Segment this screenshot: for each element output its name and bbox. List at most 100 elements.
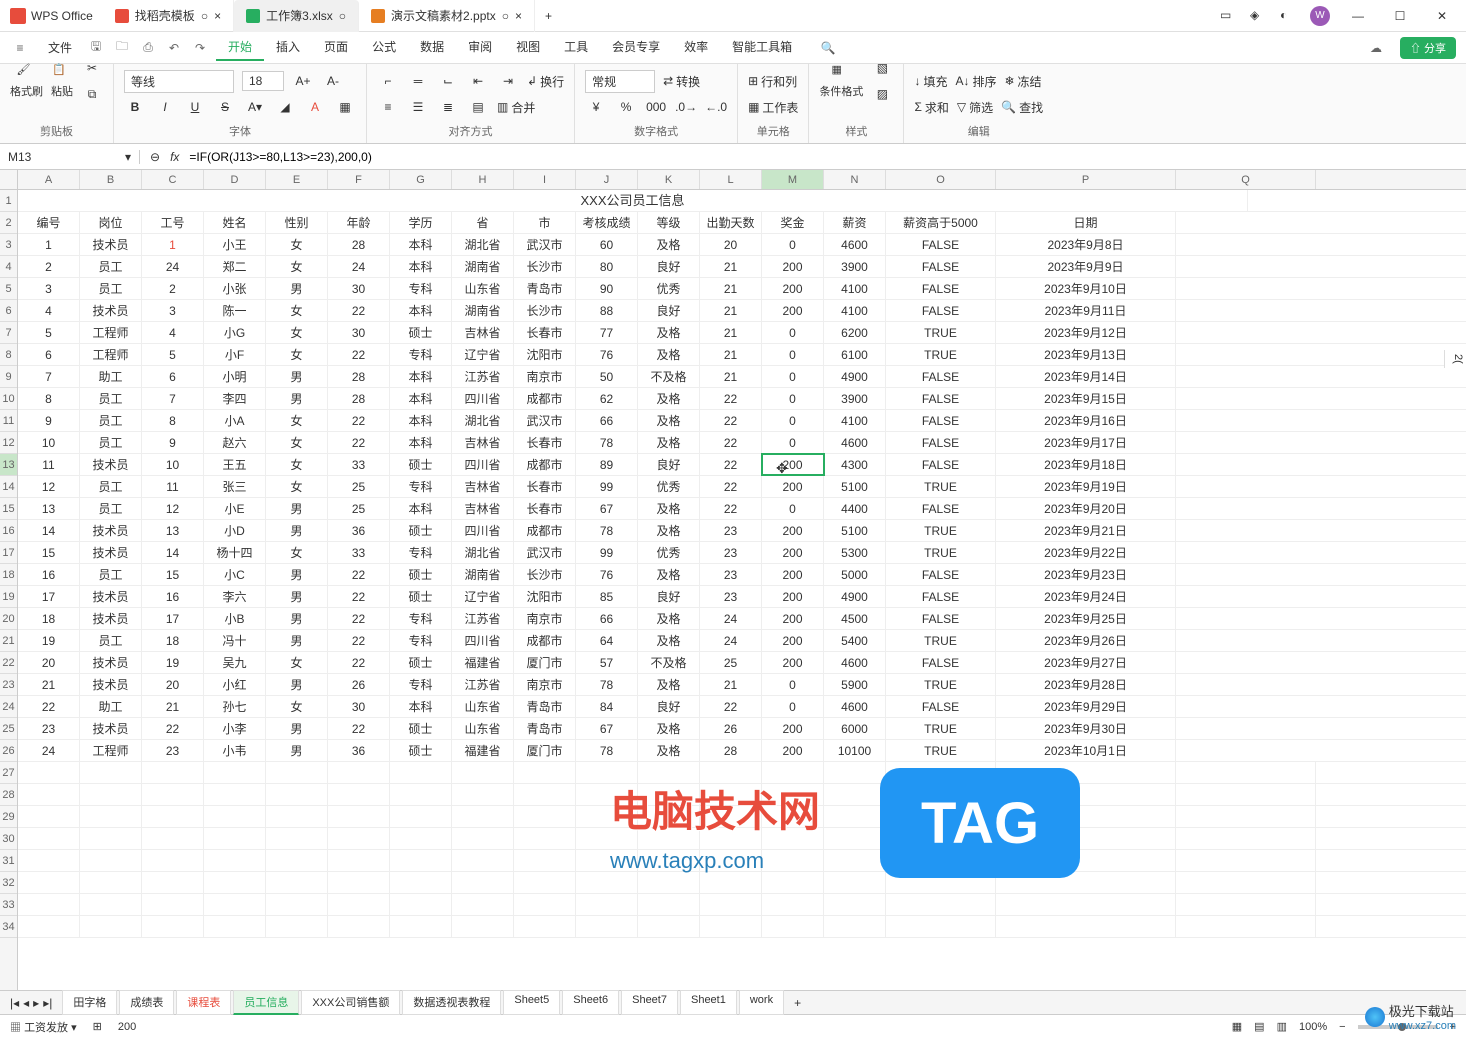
row-header[interactable]: 11 (0, 410, 17, 432)
row-header[interactable]: 3 (0, 234, 17, 256)
data-cell[interactable]: 21 (700, 366, 762, 387)
column-header[interactable]: K (638, 170, 700, 189)
data-cell[interactable]: 本科 (390, 696, 452, 717)
row-header[interactable]: 29 (0, 806, 17, 828)
empty-cell[interactable] (266, 916, 328, 937)
data-cell[interactable]: 78 (576, 432, 638, 453)
data-cell[interactable]: FALSE (886, 300, 996, 321)
data-cell[interactable]: 技术员 (80, 454, 142, 475)
data-cell[interactable]: 及格 (638, 234, 700, 255)
view-break-icon[interactable]: ▥ (1277, 1020, 1287, 1033)
data-cell[interactable]: 11 (142, 476, 204, 497)
data-cell[interactable]: 成都市 (514, 630, 576, 651)
empty-cell[interactable] (328, 762, 390, 783)
row-header[interactable]: 9 (0, 366, 17, 388)
data-cell[interactable]: 6 (142, 366, 204, 387)
name-box[interactable]: M13▾ (0, 150, 140, 164)
empty-cell[interactable] (142, 762, 204, 783)
share-button[interactable]: ⇧ 分享 (1400, 37, 1456, 59)
empty-cell[interactable] (824, 916, 886, 937)
data-cell[interactable]: 2023年9月28日 (996, 674, 1176, 695)
data-cell[interactable]: 本科 (390, 498, 452, 519)
data-cell[interactable]: 小李 (204, 718, 266, 739)
empty-cell[interactable] (18, 916, 80, 937)
add-sheet-button[interactable]: + (786, 996, 809, 1010)
data-cell[interactable]: 小韦 (204, 740, 266, 761)
empty-cell[interactable] (80, 850, 142, 871)
data-cell[interactable]: 3 (142, 300, 204, 321)
data-cell[interactable]: 9 (18, 410, 80, 431)
data-cell[interactable]: 小红 (204, 674, 266, 695)
data-cell[interactable]: 12 (142, 498, 204, 519)
data-cell[interactable]: 小C (204, 564, 266, 585)
empty-cell[interactable] (824, 762, 886, 783)
data-cell[interactable]: 78 (576, 674, 638, 695)
data-cell[interactable]: 小G (204, 322, 266, 343)
data-cell[interactable]: 3900 (824, 256, 886, 277)
data-cell[interactable]: 200 (762, 740, 824, 761)
paste-button[interactable]: 📋粘贴 (51, 63, 73, 99)
data-cell[interactable]: 2023年9月10日 (996, 278, 1176, 299)
data-cell[interactable]: 男 (266, 564, 328, 585)
row-header[interactable]: 13 (0, 454, 17, 476)
data-cell[interactable]: 4300 (824, 454, 886, 475)
data-cell[interactable]: 长春市 (514, 498, 576, 519)
data-cell[interactable]: 0 (762, 674, 824, 695)
header-cell[interactable]: 岗位 (80, 212, 142, 233)
column-header[interactable]: C (142, 170, 204, 189)
row-header[interactable]: 34 (0, 916, 17, 938)
data-cell[interactable]: 员工 (80, 278, 142, 299)
column-header[interactable]: D (204, 170, 266, 189)
data-cell[interactable]: 硕士 (390, 520, 452, 541)
window-icon[interactable]: ▭ (1220, 8, 1236, 24)
data-cell[interactable]: 2 (18, 256, 80, 277)
data-cell[interactable]: 19 (142, 652, 204, 673)
worksheet-button[interactable]: ▦ 工作表 (748, 99, 798, 116)
data-cell[interactable]: 成都市 (514, 520, 576, 541)
header-cell[interactable]: 出勤天数 (700, 212, 762, 233)
data-cell[interactable]: 0 (762, 234, 824, 255)
dec-dec-icon[interactable]: ←.0 (705, 96, 727, 118)
data-cell[interactable]: 4100 (824, 278, 886, 299)
data-cell[interactable]: 本科 (390, 256, 452, 277)
bold-button[interactable]: B (124, 96, 146, 118)
data-cell[interactable]: 李六 (204, 586, 266, 607)
data-cell[interactable]: 0 (762, 322, 824, 343)
data-cell[interactable]: 小B (204, 608, 266, 629)
font-decrease-button[interactable]: A- (322, 70, 344, 92)
data-cell[interactable]: 福建省 (452, 740, 514, 761)
data-cell[interactable]: 女 (266, 410, 328, 431)
data-cell[interactable]: 本科 (390, 388, 452, 409)
data-cell[interactable]: 62 (576, 388, 638, 409)
data-cell[interactable]: 6 (18, 344, 80, 365)
data-cell[interactable]: TRUE (886, 542, 996, 563)
data-cell[interactable]: 0 (762, 696, 824, 717)
zoom-out-icon[interactable]: ⊖ (150, 150, 160, 164)
document-tab[interactable]: 找稻壳模板○× (103, 0, 234, 32)
empty-cell[interactable] (700, 916, 762, 937)
data-cell[interactable]: 男 (266, 718, 328, 739)
zoom-label[interactable]: 100% (1299, 1021, 1327, 1033)
data-cell[interactable]: 青岛市 (514, 696, 576, 717)
data-cell[interactable]: 吴九 (204, 652, 266, 673)
data-cell[interactable]: 200 (762, 256, 824, 277)
data-cell[interactable]: TRUE (886, 740, 996, 761)
row-header[interactable]: 16 (0, 520, 17, 542)
data-cell[interactable]: 硕士 (390, 564, 452, 585)
data-cell[interactable]: 小张 (204, 278, 266, 299)
data-cell[interactable]: 厦门市 (514, 740, 576, 761)
data-cell[interactable]: 21 (142, 696, 204, 717)
empty-cell[interactable] (80, 916, 142, 937)
data-cell[interactable]: 技术员 (80, 718, 142, 739)
data-cell[interactable]: 24 (142, 256, 204, 277)
empty-cell[interactable] (452, 806, 514, 827)
data-cell[interactable]: 优秀 (638, 278, 700, 299)
data-cell[interactable]: 女 (266, 256, 328, 277)
data-cell[interactable]: 技术员 (80, 652, 142, 673)
header-cell[interactable]: 工号 (142, 212, 204, 233)
data-cell[interactable]: TRUE (886, 674, 996, 695)
header-cell[interactable]: 奖金 (762, 212, 824, 233)
data-cell[interactable]: 22 (700, 432, 762, 453)
data-cell[interactable]: 2023年9月27日 (996, 652, 1176, 673)
data-cell[interactable]: 陈一 (204, 300, 266, 321)
